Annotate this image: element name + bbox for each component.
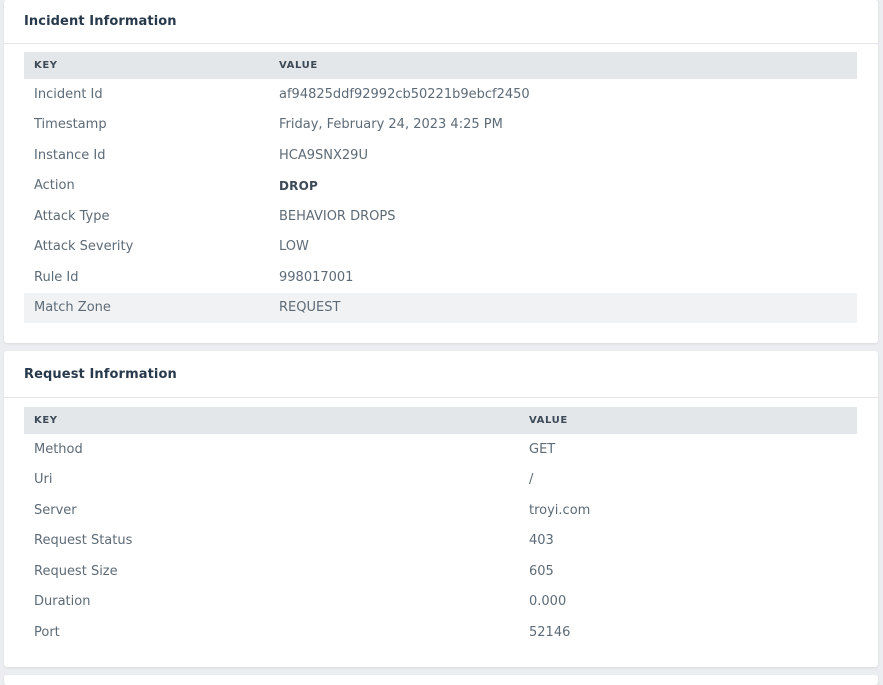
incident-panel-title: Incident Information	[24, 14, 177, 29]
table-row-hovered[interactable]: Match Zone REQUEST	[24, 292, 857, 323]
table-row: Attack Severity LOW	[24, 232, 857, 263]
instance-id-key: Instance Id	[34, 147, 106, 163]
timestamp-value: Friday, February 24, 2023 4:25 PM	[279, 117, 503, 133]
method-value: GET	[529, 441, 556, 457]
table-row: Method GET	[24, 434, 857, 465]
table-row: Server troyi.com	[24, 495, 857, 526]
table-row: Duration 0.000	[24, 587, 857, 618]
timestamp-key: Timestamp	[34, 117, 107, 133]
rule-id-key: Rule Id	[34, 269, 79, 285]
match-zone-value: REQUEST	[269, 292, 857, 323]
column-header-value: VALUE	[519, 407, 857, 434]
request-panel-title: Request Information	[24, 366, 177, 382]
request-information-panel: Request Information KEY VALUE Method GET…	[4, 351, 878, 667]
table-row: Uri /	[24, 465, 857, 496]
table-row: Request Status 403	[24, 526, 857, 557]
column-header-value: VALUE	[269, 52, 857, 79]
incident-panel-header: Incident Information	[4, 0, 878, 44]
table-row: Request Size 605	[24, 556, 857, 587]
action-key: Action	[34, 178, 75, 194]
method-key: Method	[34, 441, 83, 457]
table-row: Instance Id HCA9SNX29U	[24, 140, 857, 171]
table-row: Port 52146	[24, 617, 857, 648]
incident-id-value: af94825ddf92992cb50221b9ebcf2450	[279, 86, 530, 102]
table-row: Incident Id af94825ddf92992cb50221b9ebcf…	[24, 79, 857, 110]
table-row: Rule Id 998017001	[24, 262, 857, 293]
attack-type-key: Attack Type	[34, 208, 110, 224]
table-row: Attack Type BEHAVIOR DROPS	[24, 201, 857, 232]
attack-type-value: BEHAVIOR DROPS	[279, 208, 396, 224]
column-header-key: KEY	[24, 407, 519, 434]
uri-key: Uri	[34, 472, 53, 488]
match-zone-key: Match Zone	[24, 292, 269, 323]
table-row: Action DROP	[24, 171, 857, 202]
action-value: DROP	[279, 178, 318, 193]
server-value: troyi.com	[529, 502, 591, 518]
request-panel-header: Request Information	[4, 351, 878, 398]
duration-value: 0.000	[529, 594, 567, 610]
port-value: 52146	[529, 624, 571, 640]
request-table: KEY VALUE Method GET Uri / Server troyi.…	[24, 407, 857, 648]
rule-id-value: 998017001	[279, 269, 354, 285]
incident-table: KEY VALUE Incident Id af94825ddf92992cb5…	[24, 52, 857, 323]
table-header-row: KEY VALUE	[24, 407, 857, 434]
attack-severity-value: LOW	[279, 239, 309, 255]
incident-id-key: Incident Id	[34, 86, 103, 102]
request-size-key: Request Size	[34, 563, 118, 579]
incident-information-panel: Incident Information KEY VALUE Incident …	[4, 0, 878, 343]
table-header-row: KEY VALUE	[24, 52, 857, 79]
table-row: Timestamp Friday, February 24, 2023 4:25…	[24, 110, 857, 141]
attack-severity-key: Attack Severity	[34, 239, 134, 255]
request-status-key: Request Status	[34, 533, 133, 549]
request-size-value: 605	[529, 563, 554, 579]
duration-key: Duration	[34, 594, 91, 610]
uri-value: /	[529, 472, 534, 488]
request-status-value: 403	[529, 533, 554, 549]
instance-id-value: HCA9SNX29U	[279, 147, 368, 163]
port-key: Port	[34, 624, 60, 640]
column-header-key: KEY	[24, 52, 269, 79]
next-panel-edge	[4, 675, 878, 685]
server-key: Server	[34, 502, 77, 518]
